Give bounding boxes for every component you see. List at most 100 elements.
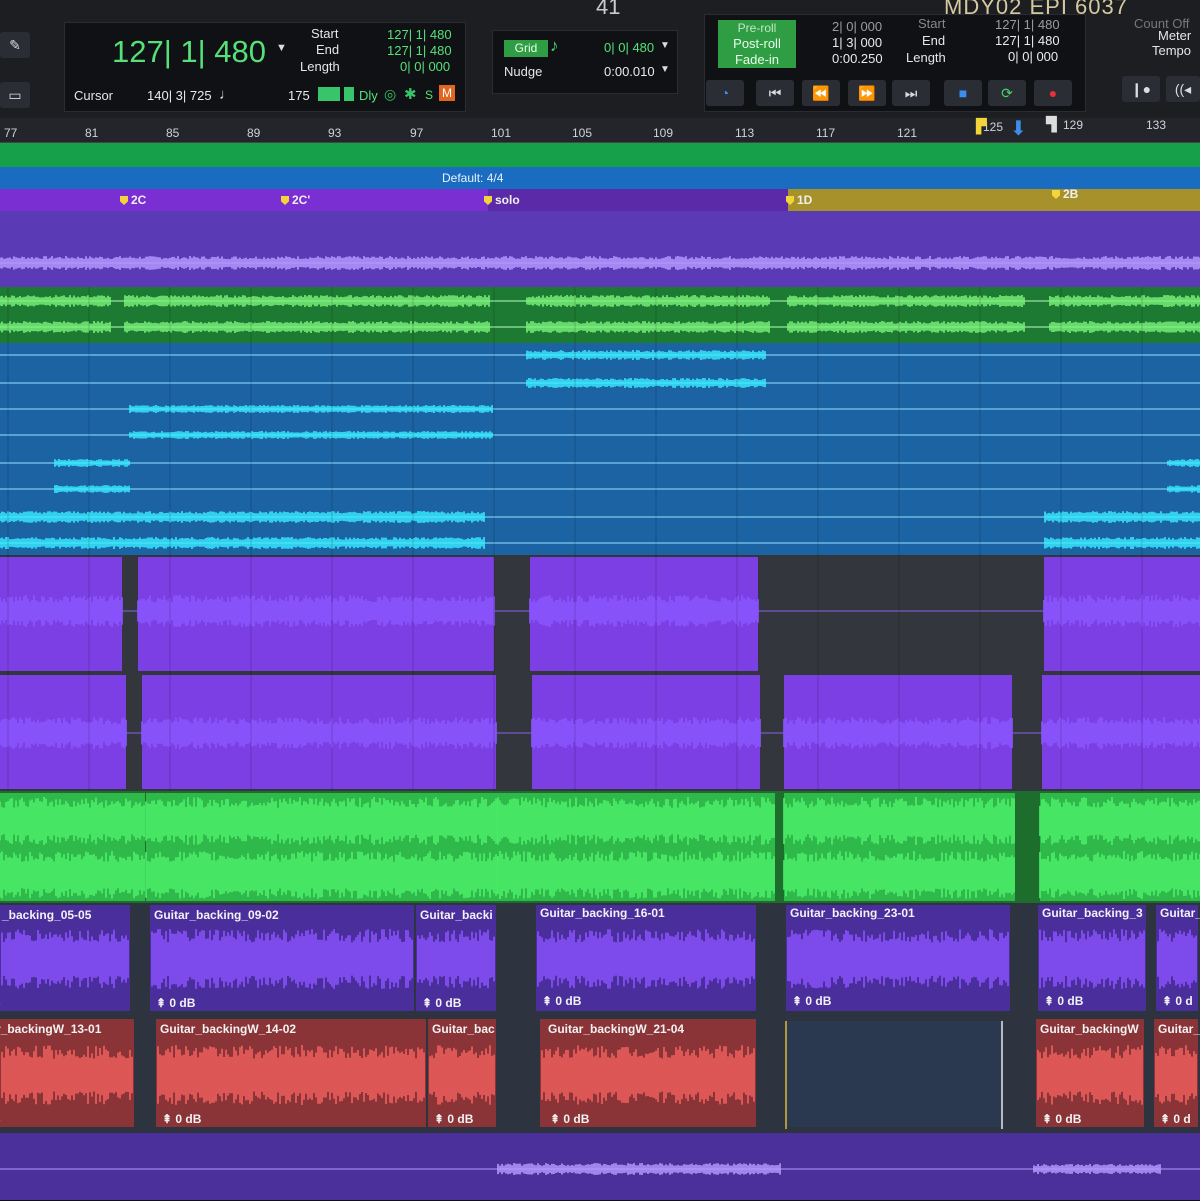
- track-lane[interactable]: [0, 673, 1200, 792]
- edit-window-toolbar: 41 MDY02 EPI 6037 ✎ ▭ 127| 1| 480 ▼ Star…: [0, 0, 1200, 118]
- sel-start-value[interactable]: 127| 1| 480: [387, 27, 452, 42]
- sel-start-label: Start: [311, 26, 339, 41]
- rewind-icon[interactable]: ⏪: [802, 80, 840, 106]
- clip-gain[interactable]: ⇞ 0 dB: [434, 1112, 473, 1126]
- marker-1d[interactable]: 1D: [786, 193, 812, 207]
- nudge-value[interactable]: 0:00.010: [604, 64, 655, 79]
- track-lane[interactable]: [0, 211, 1200, 288]
- clip[interactable]: Guitar_backingW ⇞ 0 dB: [1036, 1019, 1146, 1129]
- record-icon[interactable]: ●: [1034, 80, 1072, 106]
- track-guitar-backing[interactable]: _backing_05-05B Guitar_backing_09-02⇞ 0 …: [0, 903, 1200, 1018]
- transport-length-value[interactable]: 0| 0| 000: [1008, 49, 1058, 64]
- clip[interactable]: Guitar_bac ⇞ 0 dB: [428, 1019, 498, 1129]
- tracks-area[interactable]: _backing_05-05B Guitar_backing_09-02⇞ 0 …: [0, 211, 1200, 1201]
- clip[interactable]: Guitar_backing_09-02 ⇞ 0 dB: [150, 905, 416, 1013]
- clip-gain[interactable]: ⇞ 0 dB: [422, 996, 461, 1010]
- track-lane[interactable]: [0, 505, 1200, 556]
- clip[interactable]: Guitar_backingW_14-02 ⇞ 0 dB: [156, 1019, 428, 1129]
- transport-end-value[interactable]: 127| 1| 480: [995, 33, 1060, 48]
- ruler-tick: 109: [653, 126, 674, 140]
- clip-gain[interactable]: ⇞ 0 dB: [162, 1112, 201, 1126]
- clip[interactable]: Guitar_backing_16-01 ⇞ 0 dB: [536, 903, 758, 1011]
- sync-icon[interactable]: ◎: [384, 86, 396, 103]
- loop-play-icon[interactable]: ⟳: [988, 80, 1026, 106]
- go-to-end-icon[interactable]: ⏭: [892, 80, 930, 106]
- tempo-ruler-lane[interactable]: [0, 143, 1200, 167]
- grid-button[interactable]: Grid: [504, 40, 548, 57]
- clip-gain[interactable]: ⇞ 0 d: [1160, 1112, 1191, 1126]
- clip[interactable]: _backing_05-05B: [0, 905, 132, 1013]
- selection-start-flag-icon[interactable]: ▛: [976, 118, 987, 135]
- track-lane[interactable]: [0, 287, 1200, 344]
- clip[interactable]: Guitar_backing_3 ⇞ 0 dB: [1038, 903, 1148, 1011]
- marker-2c-prime[interactable]: 2C': [281, 193, 310, 207]
- track-guitar-backingw[interactable]: r_backingW_13-01B Guitar_backingW_14-02⇞…: [0, 1017, 1200, 1134]
- audio-waveform: [0, 511, 485, 523]
- preroll-value[interactable]: 2| 0| 000: [832, 19, 882, 34]
- playhead-arrow-icon[interactable]: ⬇: [1010, 116, 1027, 141]
- clip[interactable]: [142, 675, 496, 789]
- grid-value[interactable]: 0| 0| 480: [604, 40, 654, 55]
- track-lane[interactable]: [0, 397, 1200, 452]
- clip[interactable]: Guitar_ ⇞ 0 d: [1156, 903, 1200, 1011]
- clip-gain[interactable]: B: [0, 996, 1, 1010]
- pencil-tool-icon[interactable]: ✎: [0, 32, 30, 58]
- clip-gain[interactable]: ⇞ 0 d: [1162, 994, 1193, 1008]
- midi-keyboard-icon[interactable]: [318, 87, 340, 101]
- clip[interactable]: Guitar_ ⇞ 0 d: [1154, 1019, 1200, 1129]
- stop-icon[interactable]: ■: [944, 80, 982, 106]
- return-to-zero-icon[interactable]: ⏮: [756, 80, 794, 106]
- marker-solo[interactable]: solo: [484, 193, 520, 207]
- clip-gain[interactable]: ⇞ 0 dB: [550, 1112, 589, 1126]
- clip-gain[interactable]: ⇞ 0 dB: [542, 994, 581, 1008]
- grid-dropdown-icon[interactable]: ▼: [660, 40, 670, 51]
- mute-indicator[interactable]: M: [439, 85, 455, 101]
- meter-ruler-lane[interactable]: Default: 4/4: [0, 167, 1200, 189]
- clip[interactable]: Guitar_backingW_21-04 ⇞ 0 dB: [544, 1019, 758, 1129]
- window-mode-icon[interactable]: ▭: [0, 82, 30, 108]
- counter-dropdown-icon[interactable]: ▼: [276, 42, 287, 54]
- fadein-button[interactable]: Fade-in: [718, 52, 796, 68]
- sel-end-value[interactable]: 127| 1| 480: [387, 43, 452, 58]
- clip-gain[interactable]: ⇞ 0 dB: [156, 996, 195, 1010]
- clip[interactable]: Guitar_backing_23-01 ⇞ 0 dB: [786, 903, 1012, 1011]
- clip-gain[interactable]: ⇞ 0 dB: [792, 994, 831, 1008]
- solo-indicator[interactable]: S: [425, 88, 433, 102]
- preroll-button[interactable]: Pre-roll: [718, 20, 796, 36]
- track-lane[interactable]: [0, 1133, 1200, 1201]
- clip[interactable]: r_backingW_13-01B: [0, 1019, 136, 1129]
- marker-ruler-lane[interactable]: 2C 2C' solo 1D 2B: [0, 187, 1200, 211]
- transport-length-label: Length: [906, 50, 946, 65]
- transport-start-value[interactable]: 127| 1| 480: [995, 17, 1060, 32]
- nudge-dropdown-icon[interactable]: ▼: [660, 64, 670, 75]
- speaker-icon[interactable]: ((◂: [1166, 76, 1200, 102]
- ruler-tick: 77: [4, 126, 18, 140]
- track-lane[interactable]: [0, 791, 1200, 904]
- selection-end-flag-icon[interactable]: ▜: [1046, 116, 1057, 133]
- bars-beats-ruler[interactable]: 77 81 85 89 93 97 101 105 109 113 117 12…: [0, 116, 1200, 143]
- asterisk-icon[interactable]: ✱: [404, 85, 417, 103]
- track-lane[interactable]: [0, 555, 1200, 674]
- clip[interactable]: [786, 1021, 1002, 1127]
- ruler-tick: 121: [897, 126, 918, 140]
- main-counter[interactable]: 127| 1| 480: [112, 34, 266, 70]
- fast-forward-icon[interactable]: ⏩: [848, 80, 886, 106]
- online-icon[interactable]: ◔: [706, 80, 744, 106]
- nudge-label: Nudge: [504, 64, 543, 79]
- marker-2b[interactable]: 2B: [1052, 187, 1078, 201]
- clip-gain[interactable]: B: [0, 1112, 1, 1126]
- clip-gain[interactable]: ⇞ 0 dB: [1042, 1112, 1081, 1126]
- fadein-value[interactable]: 0:00.250: [832, 51, 883, 66]
- postroll-value[interactable]: 1| 3| 000: [832, 35, 882, 50]
- postroll-button[interactable]: Post-roll: [718, 36, 796, 52]
- clip[interactable]: [0, 675, 126, 789]
- marker-2c[interactable]: 2C: [120, 193, 146, 207]
- clip-gain[interactable]: ⇞ 0 dB: [1044, 994, 1083, 1008]
- file-icon[interactable]: [344, 87, 354, 101]
- pause-record-icon[interactable]: ❙●: [1122, 76, 1160, 102]
- delay-comp-label[interactable]: Dly: [359, 88, 378, 103]
- track-lane[interactable]: [0, 343, 1200, 398]
- track-lane[interactable]: [0, 451, 1200, 506]
- clip[interactable]: Guitar_backi ⇞ 0 dB: [416, 905, 498, 1013]
- sel-length-value[interactable]: 0| 0| 000: [400, 59, 450, 74]
